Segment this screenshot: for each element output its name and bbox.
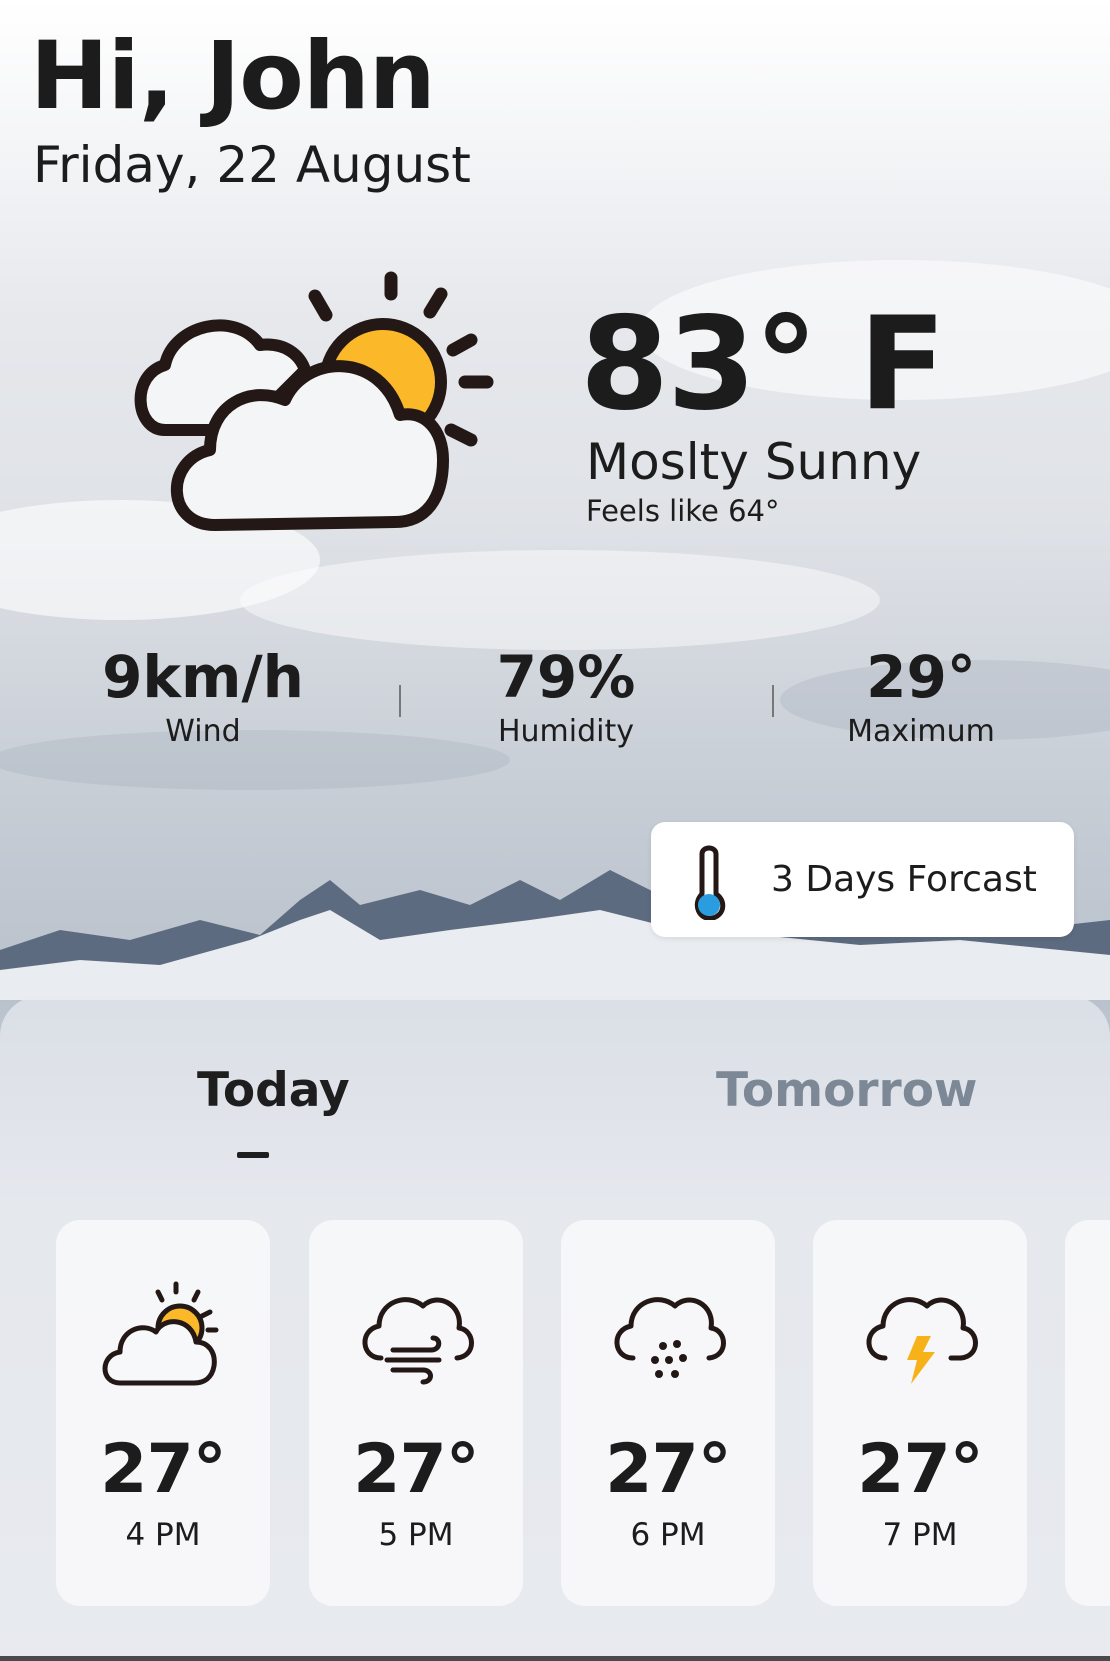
tab-tomorrow[interactable]: Tomorrow bbox=[716, 1063, 977, 1119]
maximum-label: Maximum bbox=[847, 714, 995, 749]
thermometer-icon bbox=[694, 845, 726, 920]
stat-wind: 9km/h Wind bbox=[63, 642, 343, 752]
wind-value: 9km/h bbox=[102, 643, 304, 711]
weather-condition: Moslty Sunny bbox=[586, 433, 922, 491]
bottom-edge bbox=[0, 1656, 1110, 1661]
thunderstorm-icon bbox=[866, 1297, 978, 1384]
hourly-card[interactable]: 27° 7 PM bbox=[813, 1220, 1027, 1606]
windy-cloud-icon bbox=[362, 1297, 474, 1385]
hourly-temperature: 27° bbox=[353, 1430, 480, 1509]
hourly-temperature: 27° bbox=[605, 1430, 732, 1509]
hourly-card[interactable]: 27° 4 PM bbox=[56, 1220, 270, 1606]
stat-humidity: 79% Humidity bbox=[426, 642, 706, 752]
stat-divider bbox=[772, 685, 774, 717]
hail-cloud-icon bbox=[614, 1297, 726, 1378]
hourly-card[interactable]: 27° 6 PM bbox=[561, 1220, 775, 1606]
maximum-value: 29° bbox=[866, 643, 976, 711]
current-date: Friday, 22 August bbox=[33, 136, 471, 194]
hourly-card[interactable]: 27° 5 PM bbox=[309, 1220, 523, 1606]
humidity-value: 79% bbox=[496, 643, 636, 711]
hourly-time: 5 PM bbox=[378, 1517, 454, 1553]
hourly-time: 6 PM bbox=[630, 1517, 706, 1553]
three-day-forecast-button[interactable]: 3 Days Forcast bbox=[651, 822, 1074, 937]
forecast-button-label: 3 Days Forcast bbox=[771, 859, 1037, 900]
hourly-temperature: 27° bbox=[100, 1430, 227, 1509]
current-temperature: 83° F bbox=[580, 290, 946, 439]
partly-cloudy-icon bbox=[134, 271, 494, 531]
active-tab-indicator bbox=[237, 1152, 269, 1158]
hourly-time: 7 PM bbox=[882, 1517, 958, 1553]
hourly-time: 4 PM bbox=[125, 1517, 201, 1553]
hourly-temperature: 27° bbox=[857, 1430, 984, 1509]
hourly-card[interactable] bbox=[1065, 1220, 1110, 1606]
humidity-label: Humidity bbox=[497, 714, 635, 749]
tab-today[interactable]: Today bbox=[197, 1063, 350, 1119]
stat-divider bbox=[399, 685, 401, 717]
stat-maximum: 29° Maximum bbox=[781, 642, 1061, 752]
partly-cloudy-icon bbox=[102, 1281, 219, 1386]
feels-like-temperature: Feels like 64° bbox=[586, 494, 780, 528]
greeting-heading: Hi, John bbox=[30, 22, 436, 131]
wind-label: Wind bbox=[165, 714, 241, 749]
